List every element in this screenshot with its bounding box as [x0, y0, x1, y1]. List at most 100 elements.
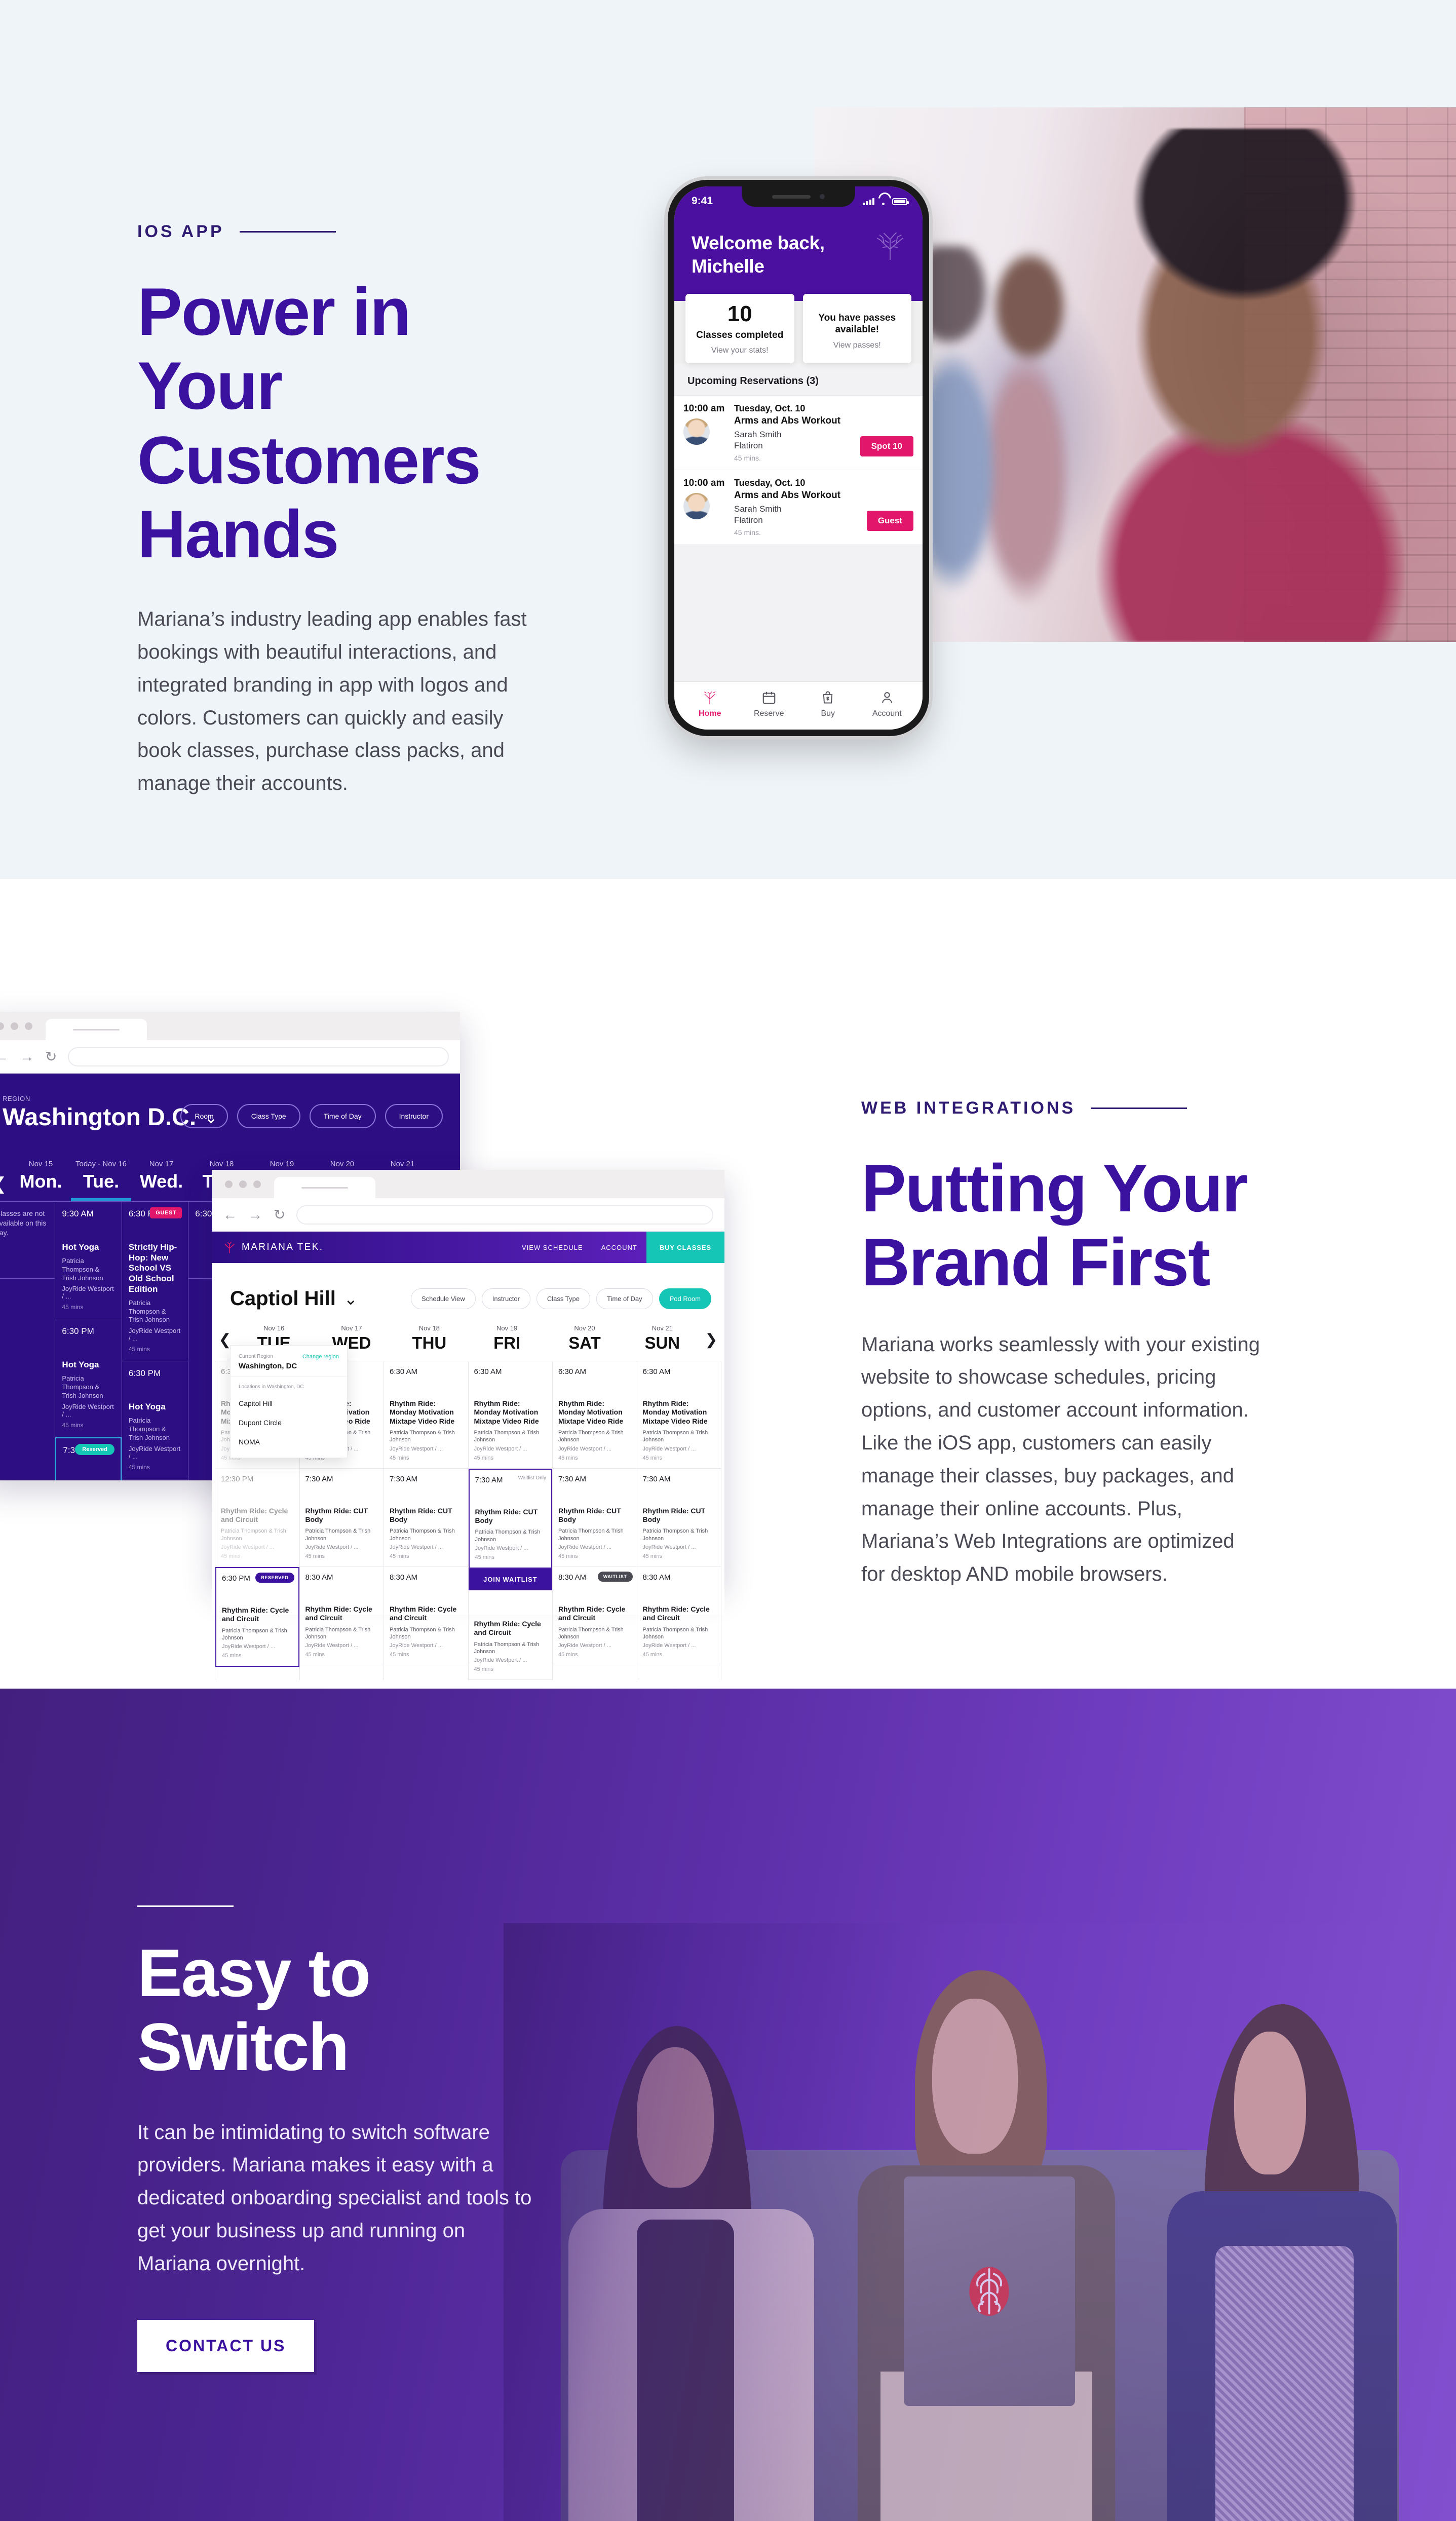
tab-buy[interactable]: Buy [798, 689, 858, 718]
change-region-link[interactable]: Change region [302, 1354, 339, 1360]
stat-card-passes[interactable]: You have passes available! View passes! [802, 293, 911, 364]
location-option-noma[interactable]: NOMA [231, 1432, 347, 1452]
window-controls[interactable] [225, 1170, 261, 1198]
ios-eyebrow-row: IOS APP [137, 222, 543, 242]
schedule-cell-join-waitlist[interactable]: JOIN WAITLIST Rhythm Ride: Cycle and Cir… [468, 1568, 552, 1680]
schedule-cell[interactable]: 8:30 AM Rhythm Ride: Cycle and Circuit P… [384, 1567, 468, 1666]
classes-count: 10 [727, 301, 752, 326]
cell-instructor: Patricia Thompson & Trish Johnson [474, 1641, 540, 1655]
cell-instructor: Patricia Thompson & Trish Johnson [390, 1430, 455, 1443]
switch-body-copy: It can be intimidating to switch softwar… [137, 2121, 532, 2275]
tab-account[interactable]: Account [858, 689, 917, 718]
address-bar[interactable] [68, 1047, 449, 1066]
schedule-cell[interactable]: 7:30 AM Rhythm Ride: CUT Body Patricia T… [384, 1469, 468, 1567]
back-arrow-icon[interactable]: ← [223, 1207, 237, 1222]
day-col[interactable]: Nov 21 SUN [624, 1324, 701, 1353]
browser-tab[interactable] [274, 1177, 375, 1198]
cell-class: Rhythm Ride: Cycle and Circuit [305, 1605, 372, 1622]
reserved-badge: Reserved [75, 1443, 114, 1455]
schedule-cell[interactable]: 8:30 AM Rhythm Ride: Cycle and Circuit P… [299, 1567, 384, 1666]
day-col[interactable]: Nov 15 Mon. [11, 1160, 71, 1201]
schedule-cell[interactable]: 7:30 AM Rhythm Ride: CUT Body Patricia T… [637, 1469, 721, 1567]
schedule-cell[interactable]: 7:30 AM Rhythm Ride: CUT Body Patricia T… [299, 1469, 384, 1567]
cell-class: Rhythm Ride: Cycle and Circuit [474, 1619, 541, 1637]
cell-duration: 45 mins [221, 1553, 241, 1559]
reservation-time: 10:00 am [683, 403, 725, 414]
schedule-column: 6:30 AM Rhythm Ride: Monday Motivation M… [637, 1361, 721, 1680]
schedule-cell-waitlist[interactable]: 8:30 AM WAITLIST Rhythm Ride: Cycle and … [553, 1567, 637, 1666]
cell-location: JoyRide Westport / ... [642, 1445, 696, 1452]
light-schedule-page: Captiol Hill ⌄ Schedule View Instructor … [212, 1263, 724, 1680]
schedule-cell[interactable]: 12:30 PM Rhythm Ride: Cycle and Circuit … [215, 1469, 299, 1567]
schedule-cell-reserved[interactable]: 7:30 PM Reserved Full Body Patricia Thom… [55, 1437, 122, 1480]
nav-view-schedule[interactable]: VIEW SCHEDULE [513, 1244, 592, 1251]
day-col[interactable]: Nov 20 SAT [546, 1324, 623, 1353]
schedule-cell[interactable]: 9:30 AM Hot Yoga Patricia Thompson & Tri… [55, 1202, 122, 1320]
filter-time-of-day[interactable]: Time of Day [596, 1288, 653, 1309]
schedule-cell[interactable]: 6:30 PM Hot Yoga Patricia Thompson & Tri… [122, 1361, 188, 1479]
battery-icon [892, 198, 909, 205]
address-bar[interactable] [296, 1205, 713, 1225]
reload-icon[interactable]: ↻ [45, 1049, 57, 1064]
reservation-row[interactable]: 10:00 am Tuesday, Oct. 10 Arms and Abs W… [674, 395, 923, 470]
schedule-cell[interactable]: 6:30 PM GUEST Strictly Hip-Hop: New Scho… [122, 1202, 188, 1362]
cell-time: 6:30 AM [474, 1367, 502, 1376]
passes-label: You have passes available! [818, 313, 896, 335]
brand-logo[interactable]: MARIANA TEK. [223, 1241, 324, 1254]
location-option-capitol-hill[interactable]: Capitol Hill [231, 1394, 347, 1413]
reservation-class: Arms and Abs Workout [734, 415, 841, 427]
view-stats-link[interactable]: View your stats! [691, 346, 789, 355]
location-option-dupont-circle[interactable]: Dupont Circle [231, 1413, 347, 1432]
section-web-integrations: ← → ↻ REGION Washington D.C. ⌄ Room Clas… [0, 879, 1456, 1689]
reservation-action-button[interactable]: Spot 10 [860, 436, 913, 457]
classes-label: Classes completed [696, 329, 784, 340]
reload-icon[interactable]: ↻ [274, 1207, 285, 1222]
person-icon [858, 689, 917, 706]
buy-classes-button[interactable]: BUY CLASSES [646, 1232, 724, 1263]
day-col[interactable]: Nov 19 FRI [468, 1324, 546, 1353]
day-col[interactable]: Nov 17 Wed. [131, 1160, 191, 1201]
back-arrow-icon[interactable]: ← [0, 1049, 9, 1064]
contact-us-button[interactable]: CONTACT US [137, 2319, 315, 2372]
forward-arrow-icon[interactable]: → [20, 1049, 34, 1064]
filter-pod-room-active[interactable]: Pod Room [659, 1288, 711, 1309]
cell-instructor: Patricia Thompson & Trish Johnson [221, 1528, 286, 1542]
schedule-cell[interactable]: 6:30 AM Rhythm Ride: Monday Motivation M… [637, 1361, 721, 1469]
filter-class-type[interactable]: Class Type [536, 1288, 590, 1309]
filter-schedule-view[interactable]: Schedule View [410, 1288, 476, 1309]
nav-account[interactable]: ACCOUNT [592, 1244, 646, 1251]
schedule-cell-reserved[interactable]: 6:30 PM RESERVED Rhythm Ride: Cycle and … [215, 1567, 299, 1667]
schedule-cell[interactable]: 6:30 PM Hot Yoga Patricia Thompson & Tri… [55, 1319, 122, 1437]
reservation-action-button[interactable]: Guest [866, 511, 913, 531]
reservation-row[interactable]: 10:00 am Tuesday, Oct. 10 Arms and Abs W… [674, 470, 923, 545]
schedule-cell[interactable]: 6:30 AM Rhythm Ride: Monday Motivation M… [553, 1361, 637, 1469]
location-selector[interactable]: Captiol Hill ⌄ [230, 1287, 358, 1310]
browser-tab[interactable] [46, 1019, 147, 1040]
schedule-cell[interactable]: 7:30 AM Rhythm Ride: CUT Body Patricia T… [553, 1469, 637, 1567]
prev-week-icon[interactable]: ❮ [0, 1174, 11, 1201]
tab-home[interactable]: Home [680, 689, 740, 718]
filter-instructor[interactable]: Instructor [385, 1104, 443, 1128]
browser-titlebar [0, 1012, 460, 1040]
day-col[interactable]: Today - Nov 16 Tue. [71, 1160, 131, 1201]
filter-room[interactable]: Room [180, 1104, 228, 1128]
tab-reserve[interactable]: Reserve [740, 689, 799, 718]
day-col[interactable]: Nov 18 THU [391, 1324, 468, 1353]
filter-time-of-day[interactable]: Time of Day [309, 1104, 376, 1128]
current-region-value: Washington, DC [239, 1362, 297, 1370]
filter-class-type[interactable]: Class Type [237, 1104, 300, 1128]
window-controls[interactable] [0, 1012, 32, 1040]
stat-card-classes[interactable]: 10 Classes completed View your stats! [685, 293, 794, 364]
schedule-cell-waitlist[interactable]: 7:30 AM Waitlist Only Rhythm Ride: CUT B… [468, 1468, 552, 1569]
day-name: FRI [493, 1333, 521, 1352]
schedule-cell[interactable]: 8:30 AM Rhythm Ride: Cycle and Circuit P… [637, 1567, 721, 1666]
schedule-cell[interactable]: 6:30 AM Rhythm Ride: Monday Motivation M… [468, 1361, 552, 1469]
forward-arrow-icon[interactable]: → [248, 1207, 262, 1222]
browser-toolbar: ← → ↻ [0, 1040, 460, 1074]
join-waitlist-button[interactable]: JOIN WAITLIST [468, 1568, 552, 1590]
next-week-icon[interactable]: ❯ [701, 1331, 721, 1353]
schedule-cell[interactable]: 6:30 AM Rhythm Ride: Monday Motivation M… [384, 1361, 468, 1469]
filter-instructor[interactable]: Instructor [481, 1288, 530, 1309]
cell-location: JoyRide Westport / ... [128, 1327, 181, 1343]
view-passes-link[interactable]: View passes! [808, 341, 907, 350]
